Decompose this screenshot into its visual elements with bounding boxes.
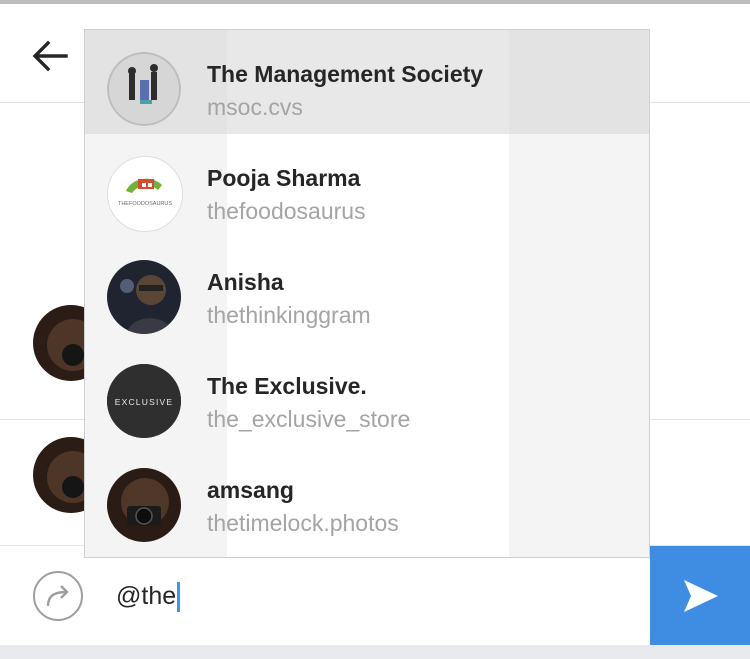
avatar — [107, 468, 181, 542]
mention-suggestions-popup: The Management Society msoc.cvs THEFOODO… — [84, 29, 650, 558]
bottom-strip — [0, 645, 750, 659]
suggestion-item[interactable]: Anisha thethinkinggram — [85, 238, 649, 342]
svg-text:EXCLUSIVE: EXCLUSIVE — [115, 397, 174, 407]
svg-text:THEFOODOSAURUS: THEFOODOSAURUS — [118, 201, 172, 207]
send-button[interactable] — [650, 546, 750, 646]
suggestion-item[interactable]: THEFOODOSAURUS Pooja Sharma thefoodosaur… — [85, 134, 649, 238]
suggestion-handle: msoc.cvs — [207, 94, 303, 120]
exclusive-logo-icon: EXCLUSIVE — [107, 364, 181, 438]
suggestion-item[interactable]: EXCLUSIVE The Exclusive. the_exclusive_s… — [85, 342, 649, 446]
comment-composer: @the — [0, 545, 750, 646]
suggestion-item[interactable]: The Management Society msoc.cvs — [85, 30, 649, 134]
suggestion-handle: the_exclusive_store — [207, 406, 411, 432]
text-caret — [177, 582, 181, 613]
suggestion-handle: thefoodosaurus — [207, 198, 366, 224]
camera-portrait-photo-icon — [107, 468, 181, 542]
suggestion-name: Pooja Sharma — [207, 165, 361, 191]
avatar — [107, 52, 181, 126]
comment-input-text: @the — [116, 582, 177, 610]
send-icon — [684, 580, 718, 612]
avatar: EXCLUSIVE — [107, 364, 181, 438]
comment-input[interactable]: @the — [116, 580, 181, 613]
management-society-logo-icon — [107, 52, 181, 126]
thefoodosaurus-logo-icon: THEFOODOSAURUS — [108, 157, 182, 231]
avatar — [107, 260, 181, 334]
share-arrow-icon[interactable] — [32, 570, 84, 622]
suggestion-handle: thetimelock.photos — [207, 510, 399, 536]
suggestion-handle: thethinkinggram — [207, 302, 371, 328]
back-arrow-icon[interactable] — [28, 34, 72, 78]
suggestion-item[interactable]: amsang thetimelock.photos — [85, 446, 649, 550]
suggestion-name: The Management Society — [207, 61, 484, 87]
suggestion-name: The Exclusive. — [207, 373, 367, 399]
suggestion-name: amsang — [207, 477, 294, 503]
avatar: THEFOODOSAURUS — [107, 156, 183, 232]
portrait-photo-icon — [107, 260, 181, 334]
suggestion-name: Anisha — [207, 269, 284, 295]
